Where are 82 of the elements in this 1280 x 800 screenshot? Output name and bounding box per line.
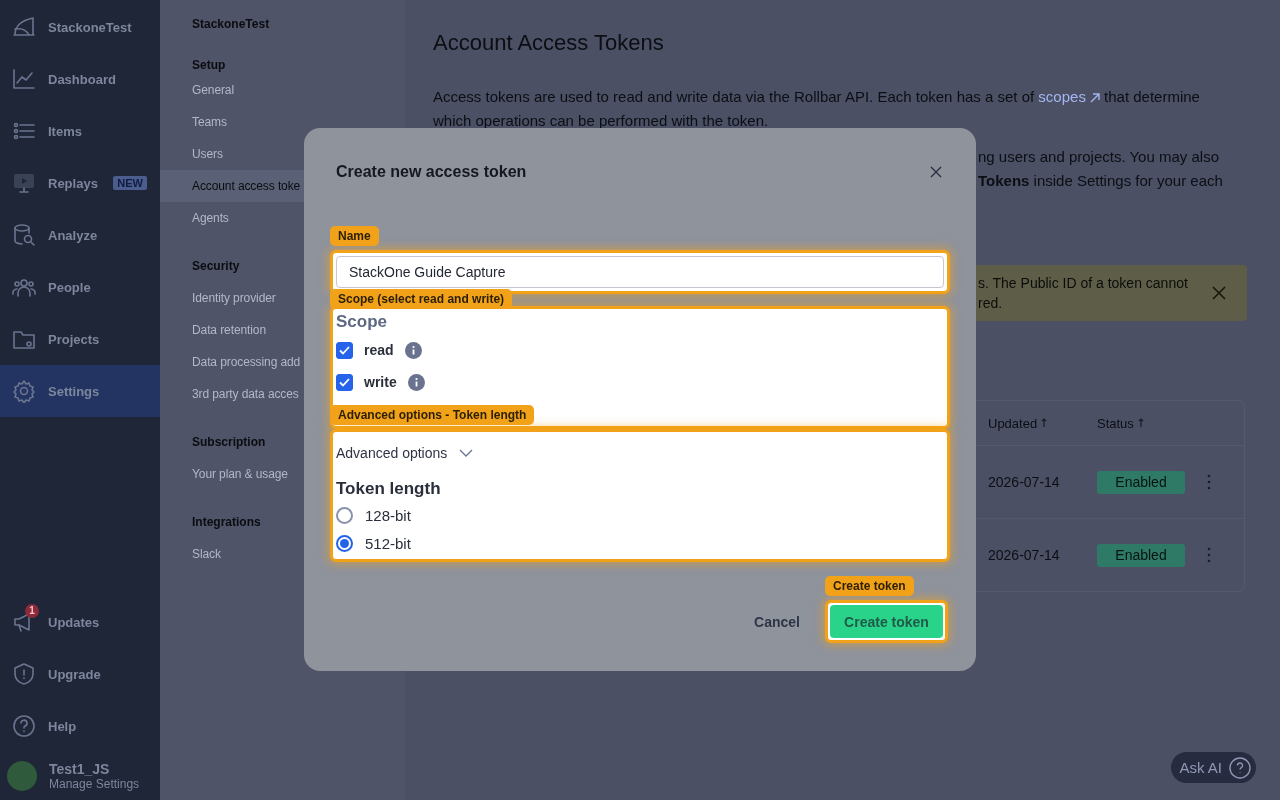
advanced-options-toggle[interactable]: Advanced options xyxy=(336,441,474,465)
avatar xyxy=(7,761,37,791)
date-cell: 2026-07-14 xyxy=(988,547,1060,563)
check-icon xyxy=(339,377,350,387)
nav-item[interactable]: Settings xyxy=(0,365,160,417)
scopes-link[interactable]: scopes xyxy=(1038,88,1100,105)
shield-icon xyxy=(12,662,36,686)
nav-item[interactable]: 1 Updates xyxy=(0,596,160,648)
date-cell: 2026-07-14 xyxy=(988,474,1060,490)
settings-link[interactable]: Identity provider xyxy=(160,282,304,314)
guide-tag: Advanced options - Token length xyxy=(330,405,535,425)
token-length-heading: Token length xyxy=(336,478,442,500)
sort-icon xyxy=(1137,418,1144,428)
section-heading: Subscription xyxy=(192,434,266,450)
section-heading: Integrations xyxy=(192,514,261,530)
count-badge: 1 xyxy=(25,604,39,618)
warning-text: s. The Public ID of a token cannot red. xyxy=(978,274,1189,313)
org-name: StackoneTest xyxy=(192,16,270,32)
help-icon xyxy=(1228,755,1252,780)
sort-icon xyxy=(1041,418,1048,428)
nav-item[interactable]: Items xyxy=(0,105,160,157)
chart-icon xyxy=(12,67,36,91)
play-screen-icon xyxy=(12,171,36,195)
help-icon xyxy=(12,714,36,738)
user-name: Test1_JS xyxy=(49,761,111,777)
external-link-icon xyxy=(1088,92,1100,103)
nav-item[interactable]: Help xyxy=(0,700,160,752)
section-heading: Security xyxy=(192,258,240,274)
nav-item[interactable]: Dashboard xyxy=(0,53,160,105)
status-badge: Enabled xyxy=(1097,470,1185,494)
info-icon[interactable] xyxy=(404,341,422,359)
guide-tag: Create token xyxy=(825,576,914,596)
settings-link[interactable]: Account access toke xyxy=(160,170,304,202)
brand-link[interactable]: StackoneTest xyxy=(0,1,160,53)
column-header[interactable]: Updated xyxy=(988,415,1048,431)
nav-item[interactable]: Analyze xyxy=(0,209,160,261)
nav-item[interactable]: Upgrade xyxy=(0,648,160,700)
info-text: ng users and projects. You may also Tokens inside Settings for your each xyxy=(978,147,1224,191)
brand-name: StackoneTest xyxy=(48,19,132,35)
name-field[interactable]: StackOne Guide Capture xyxy=(336,256,944,288)
radio-button[interactable] xyxy=(336,534,353,552)
database-search-icon xyxy=(12,223,36,247)
scope-heading: Scope xyxy=(336,311,389,333)
section-heading: Setup xyxy=(192,57,226,73)
checkbox[interactable] xyxy=(336,341,353,359)
settings-link[interactable]: Users xyxy=(160,138,304,170)
guide-tag: Name xyxy=(330,226,379,246)
settings-link[interactable]: 3rd party data acces xyxy=(160,378,304,410)
nav-item[interactable]: Replays NEW xyxy=(0,157,160,209)
radio-button[interactable] xyxy=(336,506,353,524)
cancel-button[interactable]: Cancel xyxy=(754,613,800,630)
status-badge: Enabled xyxy=(1097,543,1185,567)
info-icon[interactable] xyxy=(407,373,425,391)
scope-label: read xyxy=(364,342,394,358)
column-header[interactable]: Status xyxy=(1097,415,1144,431)
settings-link[interactable]: Data retention xyxy=(160,314,304,346)
settings-link[interactable]: Teams xyxy=(160,106,304,138)
logo-icon xyxy=(12,15,36,39)
ask-ai-button[interactable]: Ask AI xyxy=(1171,752,1256,783)
radio-label: 128-bit xyxy=(365,506,411,524)
gear-icon xyxy=(12,379,36,403)
settings-link[interactable]: Your plan & usage xyxy=(160,458,304,490)
close-button[interactable] xyxy=(930,166,942,178)
dialog-title: Create new access token xyxy=(336,163,527,181)
nav-item[interactable]: People xyxy=(0,261,160,313)
close-icon xyxy=(930,166,942,178)
check-icon xyxy=(339,345,350,355)
checkbox[interactable] xyxy=(336,373,353,391)
radio-label: 512-bit xyxy=(365,534,411,552)
settings-link[interactable]: Data processing add xyxy=(160,346,304,378)
create-token-button[interactable]: Create token xyxy=(830,605,943,638)
chevron-down-icon xyxy=(459,449,474,457)
manage-settings-link[interactable]: Manage Settings xyxy=(49,777,140,791)
settings-link[interactable]: Slack xyxy=(160,538,304,570)
new-badge: NEW xyxy=(113,176,147,190)
nav-item[interactable]: Projects xyxy=(0,313,160,365)
close-icon[interactable] xyxy=(1211,285,1227,301)
settings-link[interactable]: Agents xyxy=(160,202,304,234)
page-title: Account Access Tokens xyxy=(433,30,665,56)
scope-label: write xyxy=(364,374,397,390)
guide-tag: Scope (select read and write) xyxy=(330,289,513,309)
settings-link[interactable]: General xyxy=(160,74,304,106)
